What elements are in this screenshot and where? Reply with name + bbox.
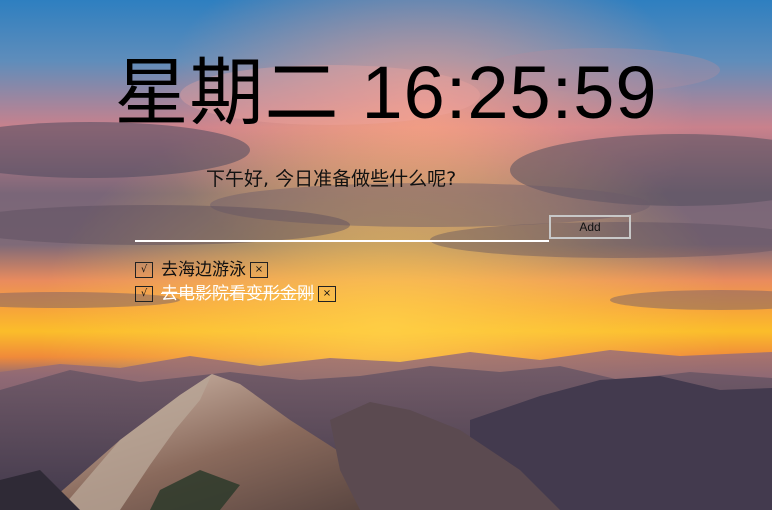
add-todo-form: Add	[135, 214, 635, 244]
greeting-text: 下午好, 今日准备做些什么呢?	[206, 168, 457, 190]
clock-display: 星期二 16:25:59	[0, 48, 772, 138]
todo-text: 去电影院看变形金刚	[161, 284, 314, 304]
close-icon[interactable]: ×	[318, 286, 336, 302]
check-icon[interactable]: √	[135, 262, 153, 278]
todo-text: 去海边游泳	[161, 260, 246, 280]
close-icon[interactable]: ×	[250, 262, 268, 278]
todo-list: √ 去海边游泳 × √ 去电影院看变形金刚 ×	[135, 258, 336, 306]
time-label: 16:25:59	[361, 51, 658, 134]
add-button[interactable]: Add	[549, 215, 631, 239]
check-icon[interactable]: √	[135, 286, 153, 302]
todo-item: √ 去海边游泳 ×	[135, 258, 336, 282]
todo-input[interactable]	[135, 214, 549, 242]
todo-item: √ 去电影院看变形金刚 ×	[135, 282, 336, 306]
weekday-label: 星期二	[114, 50, 340, 136]
